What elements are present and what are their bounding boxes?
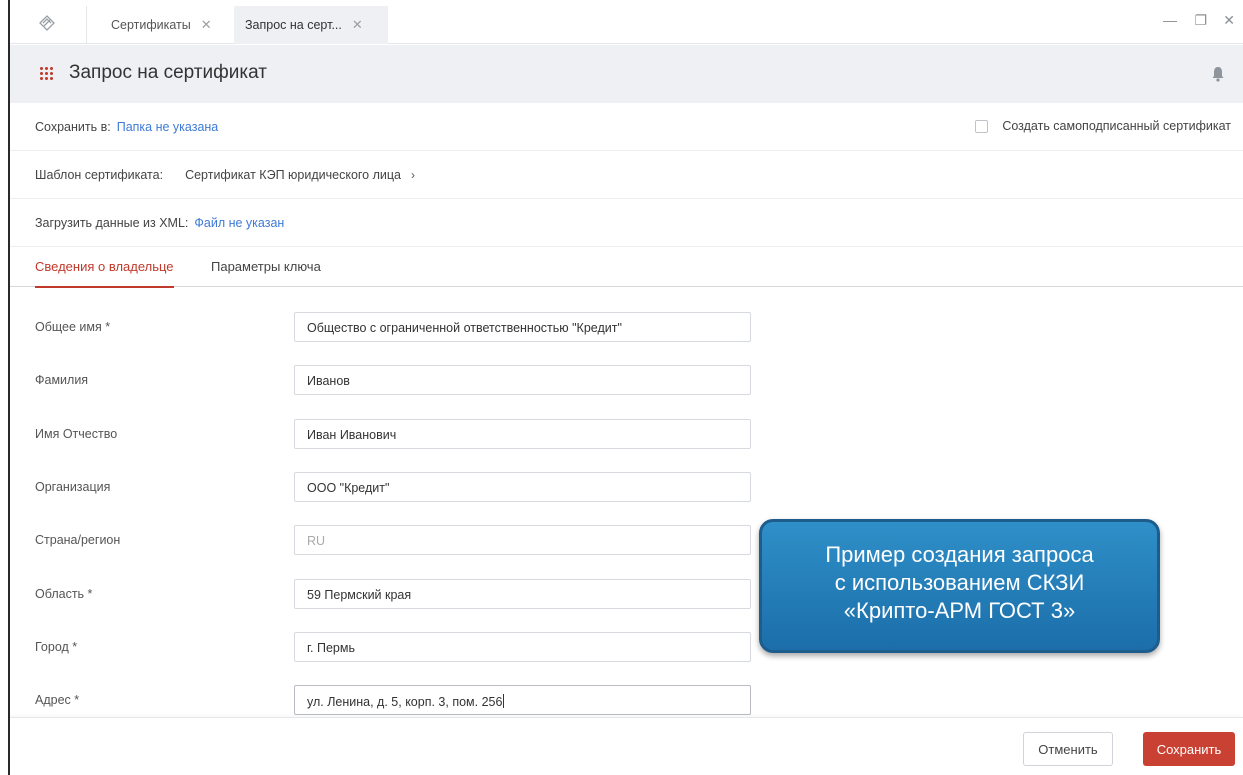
field-label: Город * [35,640,78,654]
field-label: Имя Отчество [35,427,118,441]
tab-key-params[interactable]: Параметры ключа [211,259,321,274]
self-signed-checkbox[interactable] [975,119,989,133]
common-name-input[interactable]: Общество с ограниченной ответственностью… [294,312,751,342]
tab-certificates[interactable]: Сертификаты ✕ [86,6,234,44]
close-icon[interactable]: ✕ [201,17,212,33]
text-caret [503,694,505,708]
save-to-row: Сохранить в: Папка не указана Создать са… [10,103,1243,151]
address-input[interactable]: ул. Ленина, д. 5, корп. 3, пом. 256 [294,685,751,715]
form-row-address: Адрес * ул. Ленина, д. 5, корп. 3, пом. … [10,685,1243,715]
field-label: Организация [35,480,111,494]
chevron-right-icon[interactable]: › [411,168,415,182]
tab-owner-info[interactable]: Сведения о владельце [35,259,174,288]
tab-bar: Сертификаты ✕ Запрос на серт... ✕ — ❐ ✕ [10,0,1243,44]
form-row-common-name: Общее имя * Общество с ограниченной отве… [10,312,1243,342]
surname-input[interactable]: Иванов [294,365,751,395]
page-header: Запрос на сертификат [10,45,1243,103]
xml-file-link[interactable]: Файл не указан [194,216,284,230]
country-input[interactable]: RU [294,525,751,555]
field-label: Адрес * [35,693,80,707]
xml-row: Загрузить данные из XML: Файл не указан [10,199,1243,247]
template-label: Шаблон сертификата: [35,167,164,182]
bell-icon[interactable] [1211,66,1225,82]
form-row-given-name: Имя Отчество Иван Иванович [10,419,1243,449]
form-row-organization: Организация ООО "Кредит" [10,472,1243,502]
page-title: Запрос на сертификат [69,62,267,83]
organization-input[interactable]: ООО "Кредит" [294,472,751,502]
save-to-label: Сохранить в: [35,119,111,134]
template-value[interactable]: Сертификат КЭП юридического лица [185,168,401,182]
section-tabs: Сведения о владельце Параметры ключа [10,246,1243,288]
template-row[interactable]: Шаблон сертификата: Сертификат КЭП юриди… [10,151,1243,199]
tab-request-label: Запрос на серт... [245,18,342,32]
self-signed-option[interactable]: Создать самоподписанный сертификат [975,119,1231,133]
field-label: Область * [35,587,93,601]
save-button[interactable]: Сохранить [1143,732,1235,766]
app-logo-icon [39,15,55,31]
cancel-button[interactable]: Отменить [1023,732,1113,766]
app-window: Сертификаты ✕ Запрос на серт... ✕ — ❐ ✕ … [8,0,1243,775]
restore-icon[interactable]: ❐ [1194,12,1207,29]
tab-certificate-request[interactable]: Запрос на серт... ✕ [234,6,388,44]
callout-line: с использованием СКЗИ [834,570,1085,595]
callout-line: «Крипто-АРМ ГОСТ 3» [843,598,1076,623]
minimize-icon[interactable]: — [1163,12,1177,28]
city-input[interactable]: г. Пермь [294,632,751,662]
field-label: Страна/регион [35,533,121,547]
address-value: ул. Ленина, д. 5, корп. 3, пом. 256 [307,695,503,709]
callout-line: Пример создания запроса [825,542,1094,567]
xml-label: Загрузить данные из XML: [35,215,189,230]
self-signed-label: Создать самоподписанный сертификат [1002,119,1231,133]
form-row-surname: Фамилия Иванов [10,365,1243,395]
tab-certificates-label: Сертификаты [111,18,191,32]
save-to-folder-link[interactable]: Папка не указана [117,120,219,134]
close-icon[interactable]: ✕ [352,17,363,33]
region-input[interactable]: 59 Пермский края [294,579,751,609]
menu-grid-icon[interactable] [40,67,54,81]
field-label: Фамилия [35,373,89,387]
given-name-input[interactable]: Иван Иванович [294,419,751,449]
window-close-icon[interactable]: ✕ [1223,12,1235,29]
footer-bar: Отменить Сохранить [10,717,1243,775]
field-label: Общее имя * [35,320,111,334]
annotation-callout: Пример создания запроса с использованием… [759,519,1160,653]
